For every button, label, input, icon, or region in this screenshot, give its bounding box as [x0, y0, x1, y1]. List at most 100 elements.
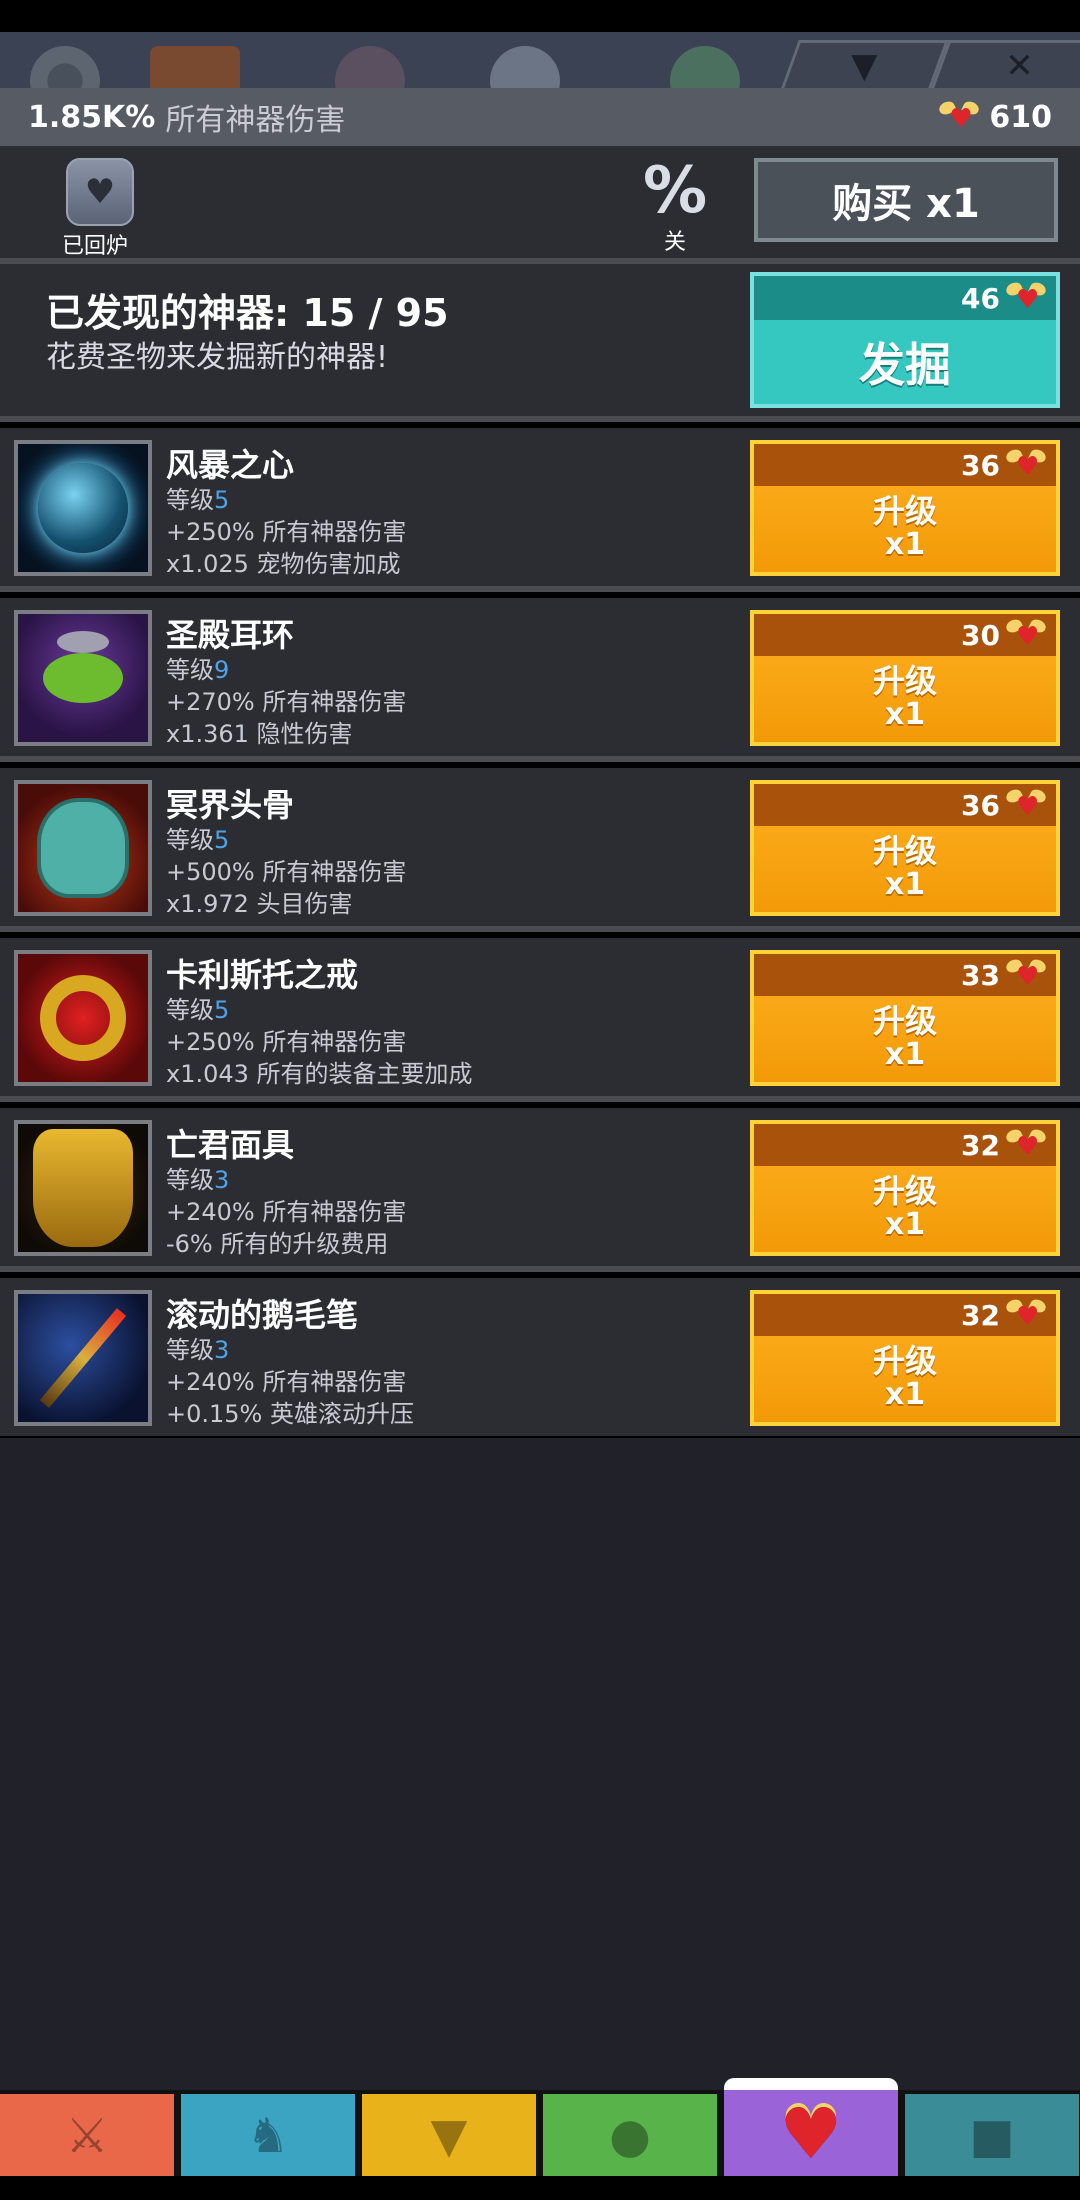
upgrade-multiplier: x1 — [884, 867, 926, 902]
upgrade-button[interactable]: 33 ♥ 升级 x1 — [750, 950, 1060, 1086]
death-lord-mask-artifact-icon[interactable] — [14, 1120, 152, 1256]
artifact-bonus-secondary: -6% 所有的升级费用 — [166, 1230, 389, 1258]
artifact-bonus-secondary: x1.025 宠物伤害加成 — [166, 550, 401, 578]
artifact-level: 等级5 — [166, 486, 230, 514]
relic-icon: ♥ — [1004, 787, 1048, 822]
upgrade-button[interactable]: 36 ♥ 升级 x1 — [750, 440, 1060, 576]
system-nav-bar — [0, 2176, 1080, 2200]
artifact-bonus-primary: +250% 所有神器伤害 — [166, 1028, 407, 1056]
callisto-ring-artifact-icon[interactable] — [14, 950, 152, 1086]
upgrade-label: 升级 — [872, 1002, 937, 1040]
quill-artifact-icon[interactable] — [14, 1290, 152, 1426]
artifact-bonus-primary: +500% 所有神器伤害 — [166, 858, 407, 886]
buy-multiplier-button[interactable]: 购买 x1 — [754, 158, 1058, 242]
artifact-level: 等级5 — [166, 826, 230, 854]
salvaged-toggle[interactable]: ♥ 已回炉 — [62, 158, 136, 259]
divider — [0, 926, 1080, 932]
artifact-icon: ♥ — [779, 2093, 843, 2175]
upgrade-button[interactable]: 32 ♥ 升级 x1 — [750, 1290, 1060, 1426]
close-icon: ✕ — [1005, 45, 1034, 86]
upgrade-button[interactable]: 32 ♥ 升级 x1 — [750, 1120, 1060, 1256]
total-artifact-damage-label: 所有神器伤害 — [165, 103, 346, 138]
tab-peek-icon[interactable] — [335, 46, 405, 88]
divider — [0, 1266, 1080, 1272]
tab-sword[interactable]: ⚔ — [0, 2094, 174, 2178]
divider — [0, 1096, 1080, 1102]
discovered-count: 已发现的神器: 15 / 95 — [46, 291, 449, 335]
divider — [0, 416, 1080, 422]
hero-icon: ♞ — [246, 2108, 290, 2164]
artifact-row: 卡利斯托之戒 等级5 +250% 所有神器伤害 x1.043 所有的装备主要加成… — [0, 938, 1080, 1096]
storm-heart-artifact-icon[interactable] — [14, 440, 152, 576]
artifact-level: 等级9 — [166, 656, 230, 684]
upgrade-label: 升级 — [872, 662, 937, 700]
upgrade-label: 升级 — [872, 492, 937, 530]
relic-count: 610 — [989, 99, 1052, 135]
artifact-level: 等级3 — [166, 1336, 230, 1364]
settings-gear-icon[interactable] — [30, 46, 100, 88]
upgrade-cost: 36 ♥ — [754, 444, 1056, 486]
upgrade-cost: 30 ♥ — [754, 614, 1056, 656]
flag-icon[interactable] — [490, 46, 560, 88]
list-empty-area — [0, 1438, 1080, 2090]
upgrade-multiplier: x1 — [884, 1207, 926, 1242]
upgrade-multiplier: x1 — [884, 1377, 926, 1412]
artifact-bonus-primary: +270% 所有神器伤害 — [166, 688, 407, 716]
collapse-panel-button[interactable]: ▼ — [781, 40, 949, 88]
top-tabs-strip: ▼ ✕ — [0, 32, 1080, 88]
upgrade-button[interactable]: 30 ♥ 升级 x1 — [750, 610, 1060, 746]
artifact-level: 等级5 — [166, 996, 230, 1024]
equipment-icon: ▼ — [430, 2108, 468, 2164]
relic-icon: ♥ — [1004, 1127, 1048, 1162]
percent-display-toggle[interactable]: % 关 — [640, 158, 710, 256]
upgrade-cost: 33 ♥ — [754, 954, 1056, 996]
artifact-bonus-primary: +250% 所有神器伤害 — [166, 518, 407, 546]
underworld-skull-artifact-icon[interactable] — [14, 780, 152, 916]
relic-balance: ♥ 610 — [937, 99, 1052, 135]
artifact-bonus-secondary: +0.15% 英雄滚动升压 — [166, 1400, 414, 1428]
artifact-controls: ♥ 已回炉 % 关 购买 x1 — [0, 146, 1080, 259]
shop-icon: ■ — [969, 2108, 1015, 2164]
discover-cost: 46 ♥ — [754, 276, 1056, 320]
relic-icon: ♥ — [1004, 447, 1048, 482]
close-panel-button[interactable]: ✕ — [931, 40, 1080, 88]
discover-button[interactable]: 46 ♥ 发掘 — [750, 272, 1060, 408]
artifact-row: 冥界头骨 等级5 +500% 所有神器伤害 x1.972 头目伤害 36 ♥ 升级… — [0, 768, 1080, 926]
chevron-down-icon: ▼ — [851, 45, 878, 86]
upgrade-multiplier: x1 — [884, 527, 926, 562]
discover-hint: 花费圣物来发掘新的神器! — [46, 340, 389, 375]
upgrade-multiplier: x1 — [884, 697, 926, 732]
relic-icon: ♥ — [1004, 1297, 1048, 1332]
artifact-damage-summary: 1.85K% 所有神器伤害 ♥ 610 — [0, 88, 1080, 146]
salvage-heart-icon: ♥ — [66, 158, 134, 226]
tab-shop[interactable]: ■ — [905, 2094, 1079, 2178]
upgrade-cost: 36 ♥ — [754, 784, 1056, 826]
artifact-row: 滚动的鹅毛笔 等级3 +240% 所有神器伤害 +0.15% 英雄滚动升压 32… — [0, 1278, 1080, 1436]
upgrade-cost: 32 ♥ — [754, 1124, 1056, 1166]
discover-artifact-row: 已发现的神器: 15 / 95 花费圣物来发掘新的神器! 46 ♥ 发掘 — [0, 264, 1080, 416]
upgrade-button[interactable]: 36 ♥ 升级 x1 — [750, 780, 1060, 916]
artifact-bonus-primary: +240% 所有神器伤害 — [166, 1198, 407, 1226]
relic-icon: ♥ — [1004, 957, 1048, 992]
tab-heroes[interactable]: ♞ — [181, 2094, 355, 2178]
temple-earring-artifact-icon[interactable] — [14, 610, 152, 746]
upgrade-label: 升级 — [872, 832, 937, 870]
tab-equipment[interactable]: ▼ — [362, 2094, 536, 2178]
discover-button-label: 发掘 — [859, 338, 951, 392]
tab-artifacts[interactable]: ♥ — [724, 2078, 898, 2178]
divider — [0, 586, 1080, 592]
percent-toggle-state: 关 — [663, 230, 686, 255]
tab-peek-icon[interactable] — [670, 46, 740, 88]
sword-icon: ⚔ — [65, 2108, 109, 2164]
tab-pets[interactable]: ● — [543, 2094, 717, 2178]
upgrade-multiplier: x1 — [884, 1037, 926, 1072]
artifact-row: 圣殿耳环 等级9 +270% 所有神器伤害 x1.361 隐性伤害 30 ♥ 升级… — [0, 598, 1080, 756]
divider — [0, 756, 1080, 762]
relic-icon: ♥ — [937, 99, 982, 134]
artifact-level: 等级3 — [166, 1166, 230, 1194]
upgrade-label: 升级 — [872, 1172, 937, 1210]
artifact-row: 风暴之心 等级5 +250% 所有神器伤害 x1.025 宠物伤害加成 36 ♥ … — [0, 428, 1080, 586]
artifact-bonus-secondary: x1.361 隐性伤害 — [166, 720, 353, 748]
crossed-swords-icon[interactable] — [150, 46, 240, 88]
artifact-row: 亡君面具 等级3 +240% 所有神器伤害 -6% 所有的升级费用 32 ♥ 升级… — [0, 1108, 1080, 1266]
